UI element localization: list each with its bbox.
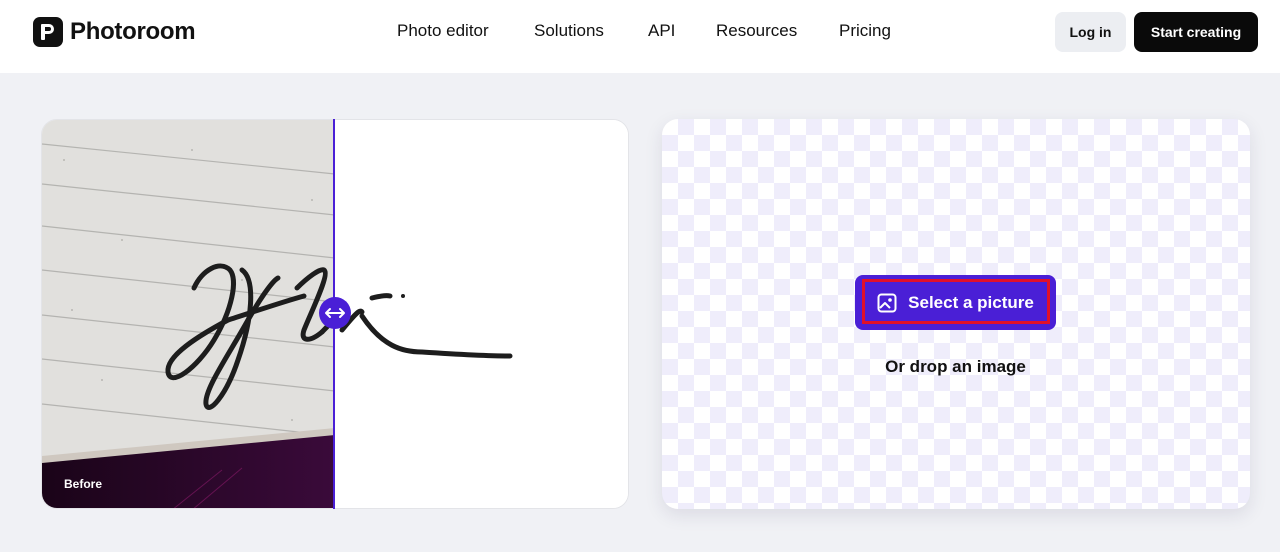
start-creating-button[interactable]: Start creating — [1134, 12, 1258, 52]
login-button[interactable]: Log in — [1055, 12, 1126, 52]
nav-item-solutions[interactable]: Solutions — [534, 21, 604, 41]
site-header: Photoroom Photo editor Solutions API Res… — [0, 0, 1280, 73]
select-picture-button[interactable]: Select a picture — [855, 275, 1056, 330]
before-badge: Before — [64, 477, 103, 491]
nav-item-photo-editor[interactable]: Photo editor — [397, 21, 489, 41]
brand-name: Photoroom — [70, 18, 196, 45]
drop-image-hint: Or drop an image — [885, 357, 1026, 376]
nav-item-pricing[interactable]: Pricing — [839, 21, 891, 41]
image-icon — [877, 293, 897, 312]
comparison-slider-handle[interactable] — [319, 297, 351, 329]
select-picture-label: Select a picture — [908, 292, 1034, 312]
photoroom-logo-icon — [33, 17, 63, 47]
logo-link[interactable]: Photoroom — [33, 17, 196, 47]
nav-item-resources[interactable]: Resources — [716, 21, 797, 41]
nav-item-api[interactable]: API — [648, 21, 675, 41]
left-right-arrow-icon — [325, 308, 345, 318]
